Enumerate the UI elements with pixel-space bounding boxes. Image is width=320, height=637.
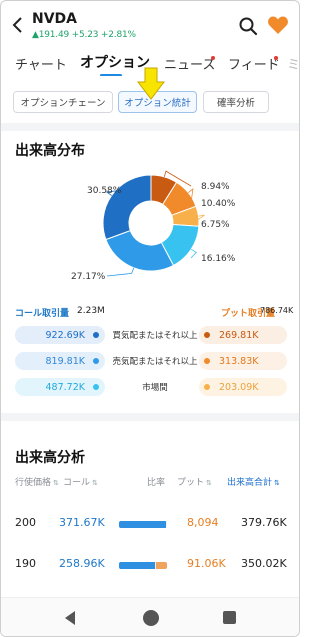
active-tab-indicator bbox=[100, 74, 122, 76]
put-legend-dot bbox=[204, 332, 210, 338]
table-row[interactable]: 190 258.96K 91.06K 350.02K bbox=[1, 557, 299, 577]
volume-row: 819.81K 売気配またはそれ以上 313.83K bbox=[15, 352, 287, 370]
call-volume-value: 819.81K bbox=[15, 352, 105, 370]
sort-icon: ⇅ bbox=[274, 479, 280, 487]
call-volume: 371.67K bbox=[59, 516, 105, 529]
put-legend-dot bbox=[204, 384, 210, 390]
header-call-label: コール bbox=[63, 478, 91, 488]
slice-percent-label: 16.16% bbox=[201, 254, 236, 264]
slice-percent-label: 27.17% bbox=[71, 272, 106, 282]
feed-notification-dot bbox=[274, 56, 278, 60]
table-row[interactable]: 200 371.67K 8,094 379.76K bbox=[1, 516, 299, 536]
header-strike[interactable]: 行使価格 ⇅ bbox=[15, 475, 59, 488]
sort-icon: ⇅ bbox=[92, 479, 98, 487]
header-total[interactable]: 出来高合計 ⇅ bbox=[227, 475, 280, 488]
slice-percent-label: 8.94% bbox=[201, 182, 230, 192]
system-navigation-bar bbox=[1, 597, 299, 636]
news-notification-dot bbox=[211, 56, 215, 60]
put-ratio-fill bbox=[156, 562, 167, 569]
call-ratio-fill bbox=[119, 521, 166, 528]
call-legend-dot bbox=[93, 384, 99, 390]
total-volume: 350.02K bbox=[241, 557, 287, 570]
back-arrow-icon[interactable] bbox=[11, 15, 25, 35]
section-divider bbox=[1, 123, 299, 131]
call-put-ratio-bar bbox=[119, 562, 167, 569]
volume-row: 487.72K 市場間 203.09K bbox=[15, 378, 287, 396]
leader-line bbox=[106, 267, 135, 277]
donut-chart-svg: 8.94% 10.40% 6.75% 16.16% 27.17% 30.58% bbox=[71, 170, 236, 282]
put-volume-value: 203.09K bbox=[199, 378, 287, 396]
call-volume: 258.96K bbox=[59, 557, 105, 570]
put-legend-dot bbox=[204, 358, 210, 364]
total-volume: 379.76K bbox=[241, 516, 287, 529]
tab-feed[interactable]: フィード bbox=[228, 54, 280, 73]
call-volume-total: 2.23M bbox=[77, 306, 105, 316]
row-label: 買気配またはそれ以上 bbox=[112, 331, 198, 341]
header-put[interactable]: プット ⇅ bbox=[177, 475, 212, 488]
slice-percent-label: 30.58% bbox=[87, 186, 122, 196]
nav-back-icon[interactable] bbox=[63, 610, 77, 626]
call-legend-dot bbox=[93, 358, 99, 364]
slice-percent-label: 10.40% bbox=[201, 199, 236, 209]
volume-row: 922.69K 買気配またはそれ以上 269.81K bbox=[15, 326, 287, 344]
header-ratio: 比率 bbox=[147, 475, 165, 488]
row-label: 市場間 bbox=[142, 383, 168, 393]
sort-icon: ⇅ bbox=[206, 479, 212, 487]
nav-recent-apps-icon[interactable] bbox=[223, 611, 236, 624]
favorite-heart-icon[interactable] bbox=[267, 15, 289, 35]
subtab-option-chain[interactable]: オプションチェーン bbox=[13, 91, 113, 113]
distribution-title: 出来高分布 bbox=[15, 143, 85, 159]
section-divider bbox=[1, 413, 299, 421]
header-call[interactable]: コール ⇅ bbox=[63, 475, 98, 488]
strike-price: 200 bbox=[15, 516, 36, 529]
sort-icon: ⇅ bbox=[53, 479, 59, 487]
price-quote: ▲191.49 +5.23 +2.81% bbox=[32, 30, 136, 40]
header-strike-label: 行使価格 bbox=[15, 478, 52, 488]
row-label: 売気配またはそれ以上 bbox=[112, 357, 198, 367]
call-volume-value: 922.69K bbox=[15, 326, 105, 344]
call-ratio-fill bbox=[119, 562, 155, 569]
leader-line bbox=[190, 248, 197, 259]
call-volume-label: コール取引量 bbox=[15, 309, 70, 319]
slice-call-sell bbox=[105, 229, 175, 272]
put-volume: 91.06K bbox=[187, 557, 226, 570]
header-total-label: 出来高合計 bbox=[227, 478, 273, 488]
tab-chart[interactable]: チャート bbox=[15, 54, 67, 73]
slice-call-buy bbox=[102, 174, 152, 241]
analysis-table-header: 行使価格 ⇅ コール ⇅ 比率 プット ⇅ 出来高合計 ⇅ bbox=[1, 475, 299, 491]
analysis-title: 出来高分析 bbox=[15, 450, 85, 466]
ticker-symbol: NVDA bbox=[32, 11, 78, 27]
top-bar: NVDA ▲191.49 +5.23 +2.81% bbox=[1, 1, 299, 47]
highlight-arrow-icon bbox=[137, 67, 165, 100]
put-volume-value: 269.81K bbox=[199, 326, 287, 344]
put-volume: 8,094 bbox=[187, 516, 219, 529]
subtab-probability-analysis[interactable]: 確率分析 bbox=[203, 91, 269, 113]
header-ratio-label: 比率 bbox=[147, 478, 166, 488]
nav-home-icon[interactable] bbox=[143, 610, 159, 626]
header-put-label: プット bbox=[177, 478, 205, 488]
call-put-ratio-bar bbox=[119, 521, 167, 528]
volume-totals: コール取引量 2.23M プット取引量 786.74K bbox=[15, 306, 293, 320]
strike-price: 190 bbox=[15, 557, 36, 570]
put-volume-total: 786.74K bbox=[260, 306, 294, 315]
call-legend-dot bbox=[93, 332, 99, 338]
call-volume-value: 487.72K bbox=[15, 378, 105, 396]
put-volume-value: 313.83K bbox=[199, 352, 287, 370]
volume-distribution-chart: 8.94% 10.40% 6.75% 16.16% 27.17% 30.58% bbox=[1, 161, 299, 291]
tab-more[interactable]: ミ bbox=[287, 54, 299, 73]
app-frame: NVDA ▲191.49 +5.23 +2.81% チャート オプション ニュー… bbox=[0, 0, 300, 637]
search-icon[interactable] bbox=[238, 16, 258, 36]
tab-news[interactable]: ニュース bbox=[164, 54, 215, 73]
slice-percent-label: 6.75% bbox=[201, 220, 230, 230]
